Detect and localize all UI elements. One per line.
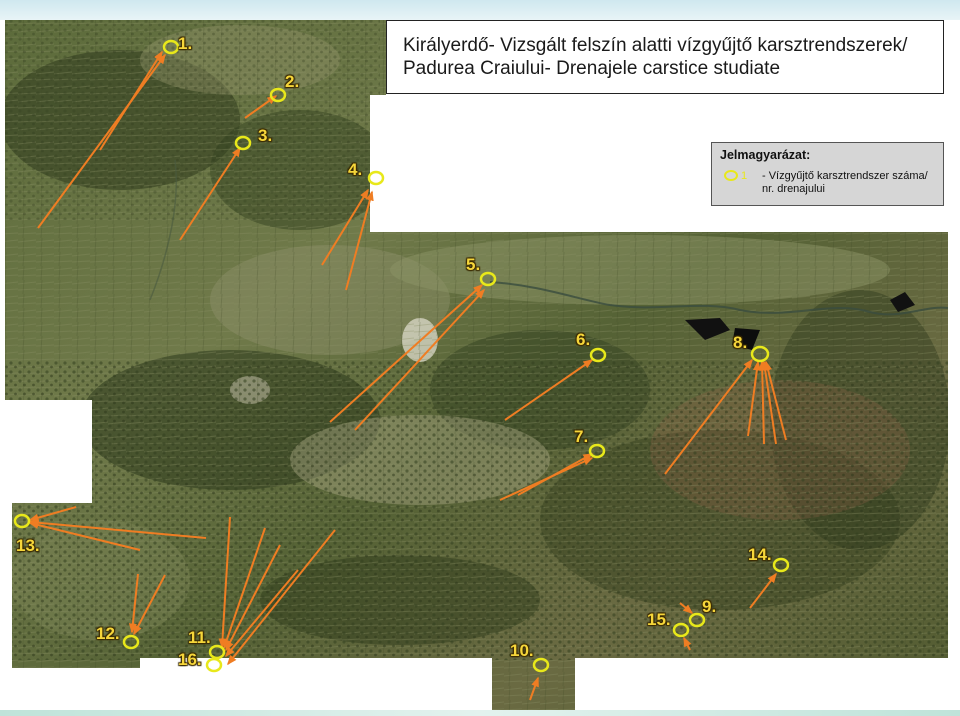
site-label-3: 3. — [258, 126, 273, 145]
site-label-14: 14. — [748, 545, 772, 564]
site-label-7: 7. — [574, 427, 589, 446]
site-label-16: 16. — [178, 650, 202, 669]
legend-entry-line-2: nr. drenajului — [762, 183, 825, 195]
map-title-box: Királyerdő- Vizsgált felszín alatti vízg… — [386, 20, 944, 94]
site-label-1: 1. — [178, 34, 193, 53]
yellow-circle-icon — [724, 170, 738, 181]
legend-symbol-number: 1 — [741, 170, 748, 182]
legend-entry: 1 - Vízgyűjtő karsztrendszer száma/ nr. … — [720, 170, 935, 196]
marker-site-4 — [367, 170, 385, 186]
site-label-5: 5. — [466, 255, 481, 274]
site-label-12: 12. — [96, 624, 120, 643]
site-label-6: 6. — [576, 330, 591, 349]
legend-box: Jelmagyarázat: 1 - Vízgyűjtő karsztrends… — [711, 142, 944, 206]
map-image — [5, 20, 948, 712]
legend-title: Jelmagyarázat: — [720, 148, 811, 162]
site-label-13: 13. — [16, 536, 40, 555]
marker-site-16 — [205, 657, 223, 673]
site-label-11: 11. — [188, 628, 211, 647]
site-label-4: 4. — [348, 160, 363, 179]
site-label-9: 9. — [702, 597, 717, 616]
map-title-line-2: Padurea Craiului- Drenajele carstice stu… — [403, 58, 781, 79]
site-label-2: 2. — [285, 72, 300, 91]
bottom-decorative-band — [0, 710, 960, 716]
legend-entry-line-1: - Vízgyűjtő karsztrendszer száma/ — [762, 170, 928, 182]
site-label-15: 15. — [647, 610, 671, 629]
site-label-10: 10. — [510, 641, 534, 660]
map-title-line-1: Királyerdő- Vizsgált felszín alatti vízg… — [403, 35, 908, 56]
site-label-8: 8. — [733, 333, 748, 352]
satellite-map — [5, 20, 948, 712]
